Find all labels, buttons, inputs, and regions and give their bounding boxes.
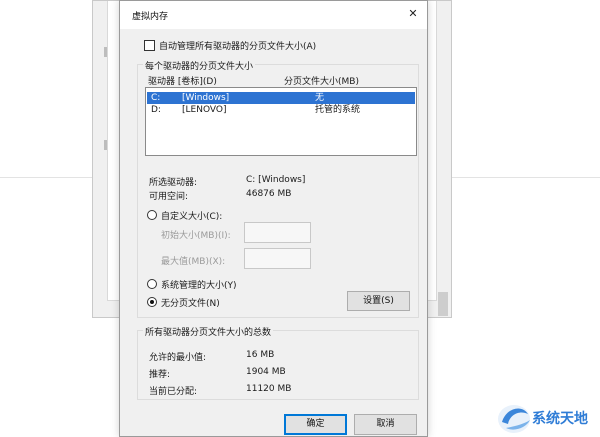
- recommended-value: 1904 MB: [246, 367, 286, 377]
- title-bar: 虚拟内存 ✕: [120, 1, 427, 29]
- system-managed-label[interactable]: 系统管理的大小(Y): [161, 278, 237, 291]
- totals-group-title: 所有驱动器分页文件大小的总数: [143, 325, 274, 338]
- drive-list[interactable]: C: [Windows] 无 D: [LENOVO] 托管的系统: [145, 87, 417, 156]
- min-allowed-label: 允许的最小值:: [149, 353, 207, 363]
- cancel-button[interactable]: 取消: [354, 414, 417, 435]
- watermark-text: 系统天地: [532, 411, 588, 427]
- per-drive-group-title: 每个驱动器的分页文件大小: [143, 59, 256, 72]
- drive-letter: D:: [151, 105, 161, 115]
- background-divider: [0, 177, 92, 178]
- min-allowed-value: 16 MB: [246, 350, 275, 360]
- free-space-label: 可用空间:: [149, 192, 189, 202]
- free-space-value: 46876 MB: [246, 189, 292, 199]
- dialog-title: 虚拟内存: [132, 12, 169, 22]
- currently-allocated-label: 当前已分配:: [149, 387, 198, 397]
- background-tick: [104, 47, 107, 57]
- close-icon[interactable]: ✕: [403, 5, 423, 23]
- background-scrollbar[interactable]: [438, 292, 448, 316]
- drive-row-d[interactable]: D: [LENOVO] 托管的系统: [147, 104, 415, 116]
- selected-drive-label: 所选驱动器:: [149, 178, 198, 188]
- drive-letter: C:: [151, 93, 161, 103]
- background-divider: [452, 177, 600, 178]
- initial-size-input[interactable]: [244, 222, 311, 243]
- system-managed-radio[interactable]: [147, 279, 157, 289]
- ok-button[interactable]: 确定: [284, 414, 347, 435]
- auto-manage-label[interactable]: 自动管理所有驱动器的分页文件大小(A): [159, 39, 316, 52]
- custom-size-radio[interactable]: [147, 210, 157, 220]
- background-tick: [104, 140, 107, 150]
- initial-size-label: 初始大小(MB)(I):: [161, 231, 231, 241]
- auto-manage-checkbox[interactable]: [144, 40, 155, 51]
- max-size-label: 最大值(MB)(X):: [161, 257, 226, 267]
- drive-volume-label: [Windows]: [182, 93, 230, 103]
- drive-paging-size: 托管的系统: [315, 105, 361, 115]
- column-header-size: 分页文件大小(MB): [284, 77, 359, 87]
- no-paging-file-label[interactable]: 无分页文件(N): [161, 296, 220, 309]
- drive-volume-label: [LENOVO]: [182, 105, 227, 115]
- currently-allocated-value: 11120 MB: [246, 384, 292, 394]
- selected-drive-value: C: [Windows]: [246, 175, 306, 185]
- max-size-input[interactable]: [244, 248, 311, 269]
- virtual-memory-dialog: 虚拟内存 ✕ 自动管理所有驱动器的分页文件大小(A) 每个驱动器的分页文件大小 …: [119, 0, 428, 437]
- drive-row-c[interactable]: C: [Windows] 无: [147, 92, 415, 104]
- column-header-drive: 驱动器 [卷标](D): [148, 77, 217, 87]
- custom-size-label[interactable]: 自定义大小(C):: [161, 209, 222, 222]
- recommended-label: 推荐:: [149, 370, 171, 380]
- no-paging-file-radio[interactable]: [147, 297, 157, 307]
- set-button[interactable]: 设置(S): [347, 291, 410, 311]
- drive-paging-size: 无: [315, 93, 325, 103]
